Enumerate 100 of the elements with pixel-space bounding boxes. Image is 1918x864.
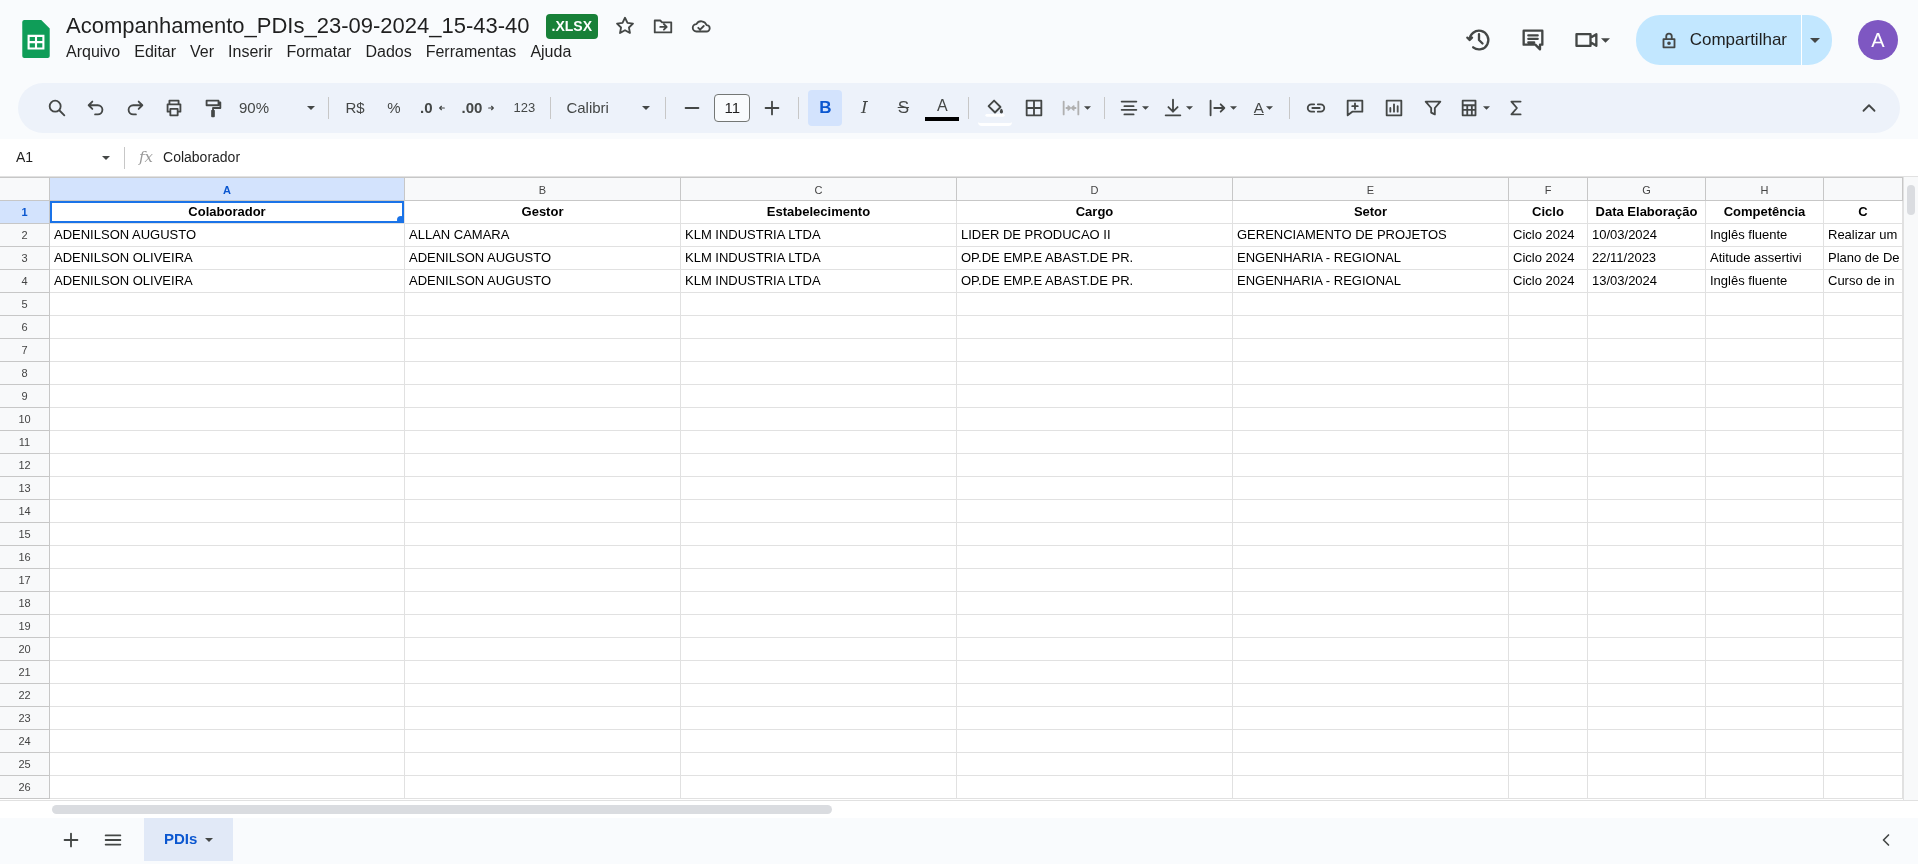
row-header[interactable]: 17 <box>0 569 50 592</box>
row-header[interactable]: 6 <box>0 316 50 339</box>
empty-cell[interactable] <box>681 408 957 431</box>
empty-cell[interactable] <box>1706 730 1824 753</box>
empty-cell[interactable] <box>957 638 1233 661</box>
empty-cell[interactable] <box>1233 385 1509 408</box>
empty-cell[interactable] <box>1509 293 1588 316</box>
empty-cell[interactable] <box>1588 615 1706 638</box>
empty-cell[interactable] <box>957 707 1233 730</box>
empty-cell[interactable] <box>1509 776 1588 799</box>
empty-cell[interactable] <box>1509 408 1588 431</box>
row-header[interactable]: 13 <box>0 477 50 500</box>
empty-cell[interactable] <box>1706 431 1824 454</box>
empty-cell[interactable] <box>1588 661 1706 684</box>
empty-cell[interactable] <box>1509 500 1588 523</box>
empty-cell[interactable] <box>1509 707 1588 730</box>
empty-cell[interactable] <box>1706 638 1824 661</box>
empty-cell[interactable] <box>405 661 681 684</box>
empty-cell[interactable] <box>1509 431 1588 454</box>
empty-cell[interactable] <box>405 638 681 661</box>
empty-cell[interactable] <box>681 477 957 500</box>
empty-cell[interactable] <box>1588 385 1706 408</box>
empty-cell[interactable] <box>957 500 1233 523</box>
row-header[interactable]: 1 <box>0 201 50 224</box>
empty-cell[interactable] <box>681 615 957 638</box>
menu-item[interactable]: Ver <box>183 40 222 64</box>
empty-cell[interactable] <box>957 569 1233 592</box>
menu-item[interactable]: Arquivo <box>59 40 128 64</box>
empty-cell[interactable] <box>1588 431 1706 454</box>
empty-cell[interactable] <box>405 408 681 431</box>
empty-cell[interactable] <box>1588 569 1706 592</box>
empty-cell[interactable] <box>1706 339 1824 362</box>
empty-cell[interactable] <box>1706 385 1824 408</box>
empty-cell[interactable] <box>1233 661 1509 684</box>
empty-cell[interactable] <box>1509 339 1588 362</box>
empty-cell[interactable] <box>1706 569 1824 592</box>
empty-cell[interactable] <box>1706 293 1824 316</box>
empty-cell[interactable] <box>1233 293 1509 316</box>
row-header[interactable]: 26 <box>0 776 50 799</box>
row-header[interactable]: 25 <box>0 753 50 776</box>
empty-cell[interactable] <box>957 546 1233 569</box>
empty-cell[interactable] <box>957 339 1233 362</box>
empty-cell[interactable] <box>1588 638 1706 661</box>
menu-item[interactable]: Formatar <box>279 40 359 64</box>
empty-cell[interactable] <box>405 776 681 799</box>
empty-cell[interactable] <box>405 316 681 339</box>
empty-cell[interactable] <box>1233 477 1509 500</box>
empty-cell[interactable] <box>681 523 957 546</box>
row-header[interactable]: 3 <box>0 247 50 270</box>
empty-cell[interactable] <box>1588 776 1706 799</box>
empty-cell[interactable] <box>405 293 681 316</box>
row-header[interactable]: 19 <box>0 615 50 638</box>
column-header[interactable]: F <box>1509 178 1588 201</box>
row-header[interactable]: 23 <box>0 707 50 730</box>
italic-button[interactable]: I <box>847 90 882 126</box>
empty-cell[interactable] <box>681 546 957 569</box>
empty-cell[interactable] <box>405 362 681 385</box>
empty-cell[interactable] <box>1588 546 1706 569</box>
currency-button[interactable]: R$ <box>338 90 372 126</box>
empty-cell[interactable] <box>1509 454 1588 477</box>
empty-cell[interactable] <box>681 592 957 615</box>
empty-cell[interactable] <box>1706 546 1824 569</box>
empty-cell[interactable] <box>1233 753 1509 776</box>
empty-cell[interactable] <box>1588 477 1706 500</box>
empty-cell[interactable] <box>681 293 957 316</box>
empty-cell[interactable] <box>1233 615 1509 638</box>
empty-cell[interactable] <box>405 753 681 776</box>
empty-cell[interactable] <box>957 408 1233 431</box>
empty-cell[interactable] <box>957 523 1233 546</box>
empty-cell[interactable] <box>681 638 957 661</box>
empty-cell[interactable] <box>1706 615 1824 638</box>
empty-cell[interactable] <box>681 454 957 477</box>
empty-cell[interactable] <box>1509 385 1588 408</box>
empty-cell[interactable] <box>957 753 1233 776</box>
column-header[interactable]: E <box>1233 178 1509 201</box>
empty-cell[interactable] <box>1509 523 1588 546</box>
empty-cell[interactable] <box>1509 684 1588 707</box>
empty-cell[interactable] <box>1233 316 1509 339</box>
empty-cell[interactable] <box>405 339 681 362</box>
empty-cell[interactable] <box>1588 316 1706 339</box>
text-color-button[interactable]: A <box>925 95 960 121</box>
name-box[interactable]: A1 <box>0 147 120 168</box>
empty-cell[interactable] <box>1706 707 1824 730</box>
empty-cell[interactable] <box>681 776 957 799</box>
empty-cell[interactable] <box>957 776 1233 799</box>
column-header[interactable]: B <box>405 178 681 201</box>
empty-cell[interactable] <box>405 500 681 523</box>
row-header[interactable]: 22 <box>0 684 50 707</box>
zoom-dropdown[interactable]: 90% <box>235 90 319 126</box>
empty-cell[interactable] <box>405 431 681 454</box>
column-header[interactable]: H <box>1706 178 1824 201</box>
star-icon[interactable] <box>614 15 636 37</box>
empty-cell[interactable] <box>1509 615 1588 638</box>
empty-cell[interactable] <box>1706 500 1824 523</box>
empty-cell[interactable] <box>681 339 957 362</box>
empty-cell[interactable] <box>681 569 957 592</box>
row-header[interactable]: 5 <box>0 293 50 316</box>
row-header[interactable]: 7 <box>0 339 50 362</box>
empty-cell[interactable] <box>957 454 1233 477</box>
empty-cell[interactable] <box>1706 661 1824 684</box>
